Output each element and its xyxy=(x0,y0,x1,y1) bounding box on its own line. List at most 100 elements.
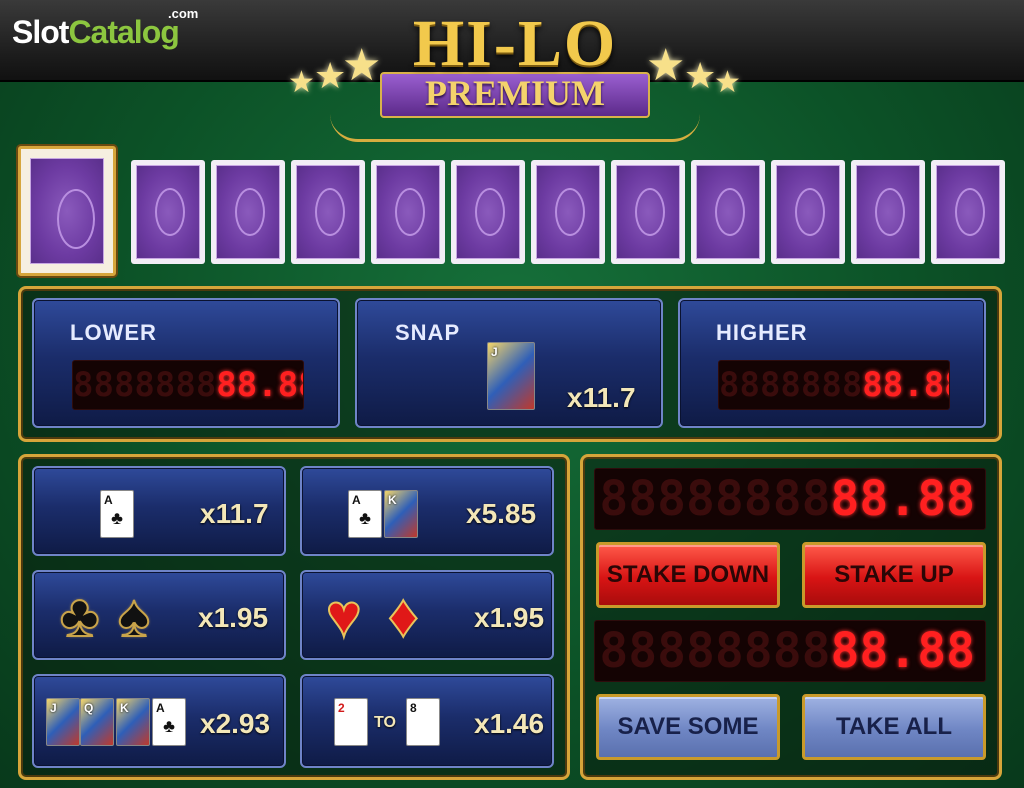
brand-name-part2: Catalog xyxy=(68,14,179,50)
card-rank: J xyxy=(491,345,498,359)
higher-button[interactable]: HIGHER 888888888.88 xyxy=(678,298,986,428)
bet-ace[interactable]: A ♣ x11.7 xyxy=(32,466,286,556)
higher-label: HIGHER xyxy=(716,320,808,345)
card-back xyxy=(856,165,920,259)
club-icon: ♣ xyxy=(59,582,100,649)
card-rank: Q xyxy=(84,701,94,715)
game-logo: HI-LO PREMIUM ★ ★ ★ ★ ★ ★ xyxy=(280,6,750,142)
card-icon: A ♣ xyxy=(100,490,134,538)
led-ghost-digits: 8888888 xyxy=(719,365,863,405)
card-icon: J xyxy=(46,698,80,746)
bet-ace-king[interactable]: A ♣ K x5.85 xyxy=(300,466,554,556)
card-rank: K xyxy=(120,701,129,715)
deck-card xyxy=(691,160,765,264)
card-rank: K xyxy=(388,493,397,507)
card-back xyxy=(616,165,680,259)
card-icon: K xyxy=(116,698,150,746)
card-rank: A xyxy=(104,493,113,507)
lower-button[interactable]: LOWER 888888888.88 xyxy=(32,298,340,428)
snap-label: SNAP xyxy=(395,320,461,345)
card-suit-icon: ♣ xyxy=(111,508,123,528)
card-rank: A xyxy=(156,701,165,715)
deck-card xyxy=(851,160,925,264)
star-icon: ★ xyxy=(714,66,741,99)
card-icon: A ♣ xyxy=(152,698,186,746)
card-back xyxy=(936,165,1000,259)
star-icon: ★ xyxy=(646,41,686,90)
deck-card xyxy=(131,160,205,264)
higher-led: 888888888.88 xyxy=(718,360,950,410)
star-icon: ★ xyxy=(288,66,315,99)
logo-swirl xyxy=(330,114,700,142)
card-back xyxy=(216,165,280,259)
bet-picture-or-ace[interactable]: J Q K A ♣ x2.93 xyxy=(32,674,286,768)
card-rank: 2 xyxy=(338,701,345,715)
card-icon: K xyxy=(384,490,418,538)
balance-led: 8888888888.88 xyxy=(594,468,986,530)
range-to-label: TO xyxy=(374,714,396,731)
card-back xyxy=(536,165,600,259)
card-rank: 8 xyxy=(410,701,417,715)
led-ghost-digits: 88888888 xyxy=(599,623,831,679)
stake-led: 8888888888.88 xyxy=(594,620,986,682)
bet-multiplier: x5.85 xyxy=(466,498,537,529)
bet-multiplier: x1.95 xyxy=(198,602,269,633)
card-rank: J xyxy=(50,701,57,715)
snap-button[interactable]: SNAP J x11.7 xyxy=(355,298,663,428)
take-all-label: TAKE ALL xyxy=(836,713,952,740)
spade-icon: ♠ xyxy=(117,582,151,649)
card-back xyxy=(776,165,840,259)
deck-card xyxy=(771,160,845,264)
card-suit-icon: ♣ xyxy=(359,508,371,528)
led-ghost-digits: 88888888 xyxy=(599,471,831,527)
bet-multiplier: x1.46 xyxy=(474,708,545,739)
lower-payout: 88.88 xyxy=(216,365,303,405)
deck-card xyxy=(931,160,1005,264)
star-icon: ★ xyxy=(684,55,717,96)
stake-up-label: STAKE UP xyxy=(834,561,954,588)
deck-card xyxy=(291,160,365,264)
bet-multiplier: x11.7 xyxy=(200,498,269,529)
card-back xyxy=(30,158,104,264)
save-some-button[interactable]: SAVE SOME xyxy=(596,694,780,760)
deck-card xyxy=(611,160,685,264)
bet-multiplier: x2.93 xyxy=(200,708,271,739)
led-ghost-digits: 8888888 xyxy=(73,365,217,405)
card-icon: A ♣ xyxy=(348,490,382,538)
brand-suffix: .com xyxy=(168,6,199,21)
take-all-button[interactable]: TAKE ALL xyxy=(802,694,986,760)
deck-card xyxy=(451,160,525,264)
balance-value: 88.88 xyxy=(830,471,976,527)
deck-card xyxy=(371,160,445,264)
bet-range[interactable]: 2 TO 8 x1.46 xyxy=(300,674,554,768)
card-icon: 8 xyxy=(406,698,440,746)
brand-logo: SlotCatalog .com xyxy=(12,6,198,51)
star-icon: ★ xyxy=(342,41,382,90)
card-back xyxy=(376,165,440,259)
heart-icon: ♥ xyxy=(325,582,363,649)
lower-label: LOWER xyxy=(70,320,157,345)
bet-multiplier: x1.95 xyxy=(474,602,545,633)
stake-value: 88.88 xyxy=(830,623,976,679)
card-back xyxy=(296,165,360,259)
card-suit-icon: ♣ xyxy=(163,716,175,736)
card-icon: Q xyxy=(80,698,114,746)
higher-payout: 88.88 xyxy=(862,365,949,405)
snap-card: J xyxy=(487,342,535,410)
card-back xyxy=(456,165,520,259)
stake-up-button[interactable]: STAKE UP xyxy=(802,542,986,608)
bet-red[interactable]: ♥ ♦ x1.95 xyxy=(300,570,554,660)
current-card xyxy=(18,146,116,276)
card-rank: A xyxy=(352,493,361,507)
diamond-icon: ♦ xyxy=(387,582,420,649)
snap-multiplier: x11.7 xyxy=(567,382,636,413)
stake-down-label: STAKE DOWN xyxy=(606,561,770,588)
card-icon: 2 xyxy=(334,698,368,746)
stake-down-button[interactable]: STAKE DOWN xyxy=(596,542,780,608)
logo-subtitle: PREMIUM xyxy=(425,73,605,113)
bet-black[interactable]: ♣ ♠ x1.95 xyxy=(32,570,286,660)
deck-card xyxy=(531,160,605,264)
lower-led: 888888888.88 xyxy=(72,360,304,410)
save-some-label: SAVE SOME xyxy=(617,713,759,740)
brand-name-part1: Slot xyxy=(12,14,69,50)
